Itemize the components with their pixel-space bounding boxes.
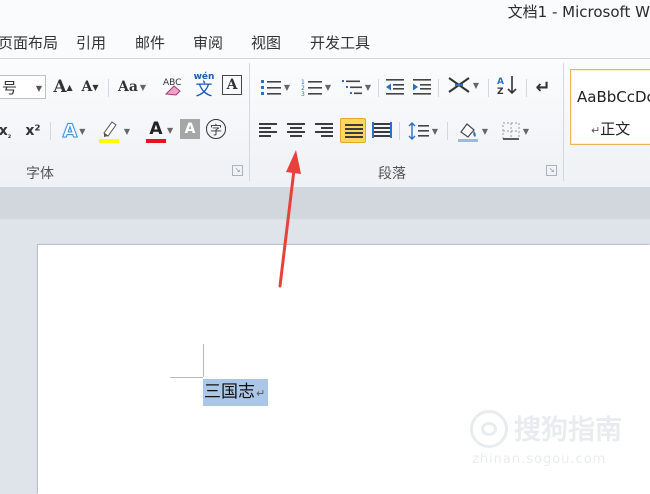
annotation-arrow [278,150,301,288]
